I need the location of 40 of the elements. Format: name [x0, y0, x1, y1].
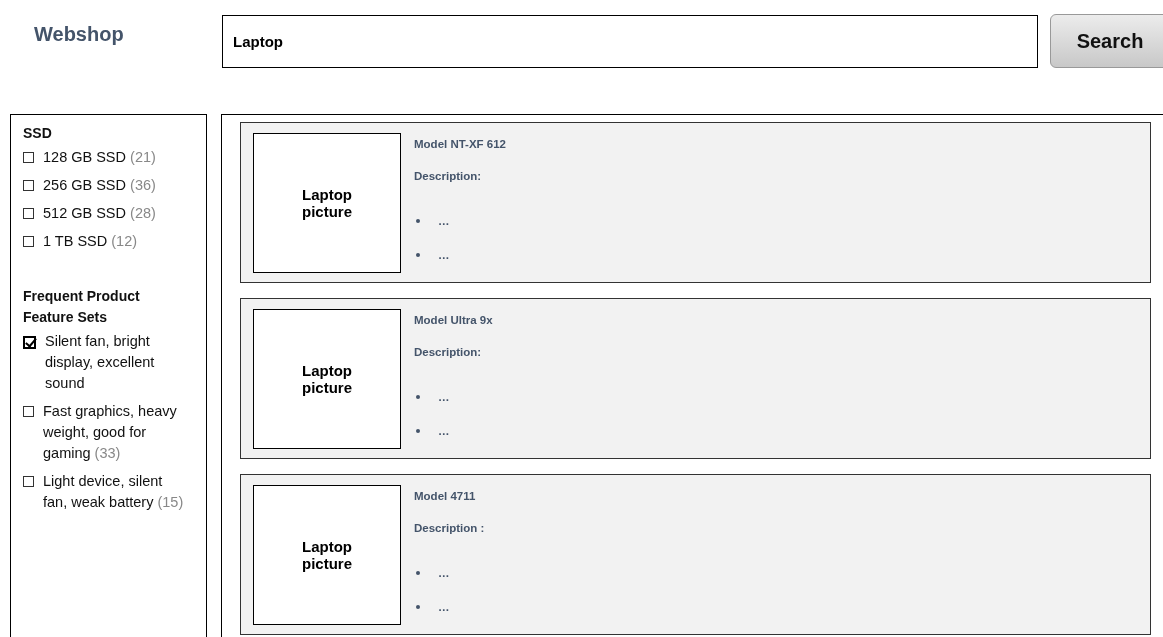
description-label: Description: — [414, 170, 482, 183]
filter-heading: Frequent Product Feature Sets — [23, 287, 141, 327]
checkbox[interactable] — [23, 208, 34, 219]
bullet-icon — [416, 429, 420, 433]
filter-option-label[interactable]: 1 TB SSD (12) — [43, 231, 138, 252]
bullet-icon — [416, 571, 420, 576]
search-field[interactable]: Laptop — [222, 14, 1038, 68]
filter-option-label[interactable]: 512 GB SSD (28) — [43, 203, 156, 224]
description-label: Description : — [414, 522, 485, 535]
laptop-picture: Laptop picture — [253, 485, 401, 625]
laptop-picture: Laptop picture — [253, 133, 401, 273]
description-item: … — [438, 601, 450, 613]
description-label: Description: — [414, 346, 482, 359]
filter-option-label[interactable]: Light device, silent fan, weak battery (15) — [43, 471, 186, 513]
description-item: … — [438, 425, 450, 437]
checkbox[interactable] — [23, 406, 34, 417]
filter-option-label[interactable]: 128 GB SSD (21) — [43, 147, 156, 168]
checkbox[interactable] — [23, 336, 36, 349]
description-item: … — [438, 391, 450, 404]
description-item: … — [438, 249, 450, 261]
product-model[interactable]: Model 4711 — [414, 490, 476, 502]
checkbox[interactable] — [23, 236, 34, 247]
bullet-icon — [416, 219, 420, 224]
bullet-icon — [416, 395, 420, 400]
checkbox[interactable] — [23, 180, 34, 191]
checkbox[interactable] — [23, 152, 34, 163]
search-button[interactable]: Search — [1050, 14, 1163, 68]
description-item: … — [438, 215, 450, 228]
filter-option-label[interactable]: Silent fan, bright display, excellent sound — [45, 331, 186, 394]
filter-option-label[interactable]: 256 GB SSD (36) — [43, 175, 156, 196]
description-item: … — [438, 567, 450, 580]
checkbox[interactable] — [23, 476, 34, 487]
bullet-icon — [416, 605, 420, 609]
webshop-logo[interactable]: Webshop — [0, 22, 222, 60]
bullet-icon — [416, 253, 420, 257]
filter-heading: SSD — [23, 124, 53, 143]
filter-option-label[interactable]: Fast graphics, heavy weight, good for gaming (33) — [43, 401, 186, 464]
product-model[interactable]: Model NT-XF 612 — [414, 138, 507, 150]
laptop-picture: Laptop picture — [253, 309, 401, 449]
product-model[interactable]: Model Ultra 9x — [414, 314, 493, 326]
